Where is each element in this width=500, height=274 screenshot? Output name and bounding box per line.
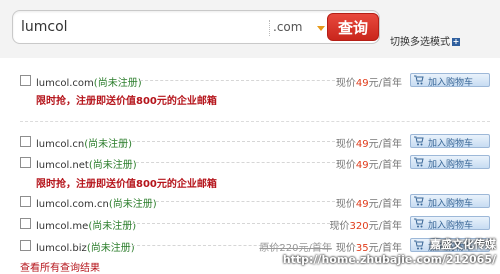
domain-row: lumcol.com(尚未注册) 现价49元/首年 加入购物车 (20, 73, 490, 89)
domain-checkbox[interactable] (20, 240, 31, 251)
price-value: 49 (355, 160, 369, 171)
watermark-line1: 嘉盛文化传媒 (430, 238, 496, 251)
add-to-cart-button[interactable]: 加入购物车 (410, 134, 490, 149)
domain-status: (尚未注册) (86, 243, 135, 254)
domain-checkbox[interactable] (20, 218, 31, 229)
domain-text: lumcol.com (36, 78, 94, 89)
cart-icon (414, 157, 424, 167)
domain-status: (尚未注册) (108, 199, 157, 210)
price-prefix: 现价 (335, 139, 356, 150)
add-to-cart-button[interactable]: 加入购物车 (410, 194, 490, 209)
dotted-leader (136, 162, 340, 163)
domain-name: lumcol.me(尚未注册) (36, 217, 136, 232)
tld-separator (269, 20, 271, 36)
search-button[interactable]: 查询 (327, 13, 379, 41)
domain-status: (尚未注册) (88, 221, 137, 232)
domain-search-input[interactable] (21, 16, 261, 38)
price-suffix: 元/首年 (368, 199, 402, 210)
dotted-leader (156, 201, 340, 202)
domain-checkbox[interactable] (20, 196, 31, 207)
domain-name: lumcol.biz(尚未注册) (36, 239, 135, 254)
domain-text: lumcol.biz (36, 243, 87, 254)
search-bar: .com 查询 切换多选模式+ (0, 0, 500, 58)
domain-row: lumcol.cn(尚未注册) 现价49元/首年 加入购物车 (20, 134, 490, 150)
domain-text: lumcol.com.cn (36, 199, 109, 210)
promo-text: 限时抢，注册即送价值800元的企业邮箱 (36, 179, 217, 190)
domain-status: (尚未注册) (88, 160, 137, 171)
domain-name: lumcol.cn(尚未注册) (36, 135, 132, 150)
dotted-leader (132, 223, 340, 224)
domain-row: lumcol.me(尚未注册) 现价320元/首年 加入购物车 (20, 216, 490, 232)
price-suffix: 元/首年 (368, 139, 402, 150)
price: 现价49元/首年 (336, 195, 402, 210)
multi-select-toggle[interactable]: 切换多选模式 + (390, 33, 460, 48)
cart-icon (414, 75, 424, 85)
price-prefix: 现价 (335, 199, 356, 210)
cart-label: 加入购物车 (428, 199, 474, 209)
domain-text: lumcol.cn (36, 139, 85, 150)
add-to-cart-button[interactable]: 加入购物车 (410, 155, 490, 170)
domain-name: lumcol.com(尚未注册) (36, 74, 142, 89)
price-value: 49 (355, 139, 369, 150)
add-to-cart-button[interactable]: 加入购物车 (410, 216, 490, 231)
price-value: 49 (355, 78, 369, 89)
dotted-leader (140, 80, 340, 81)
cart-icon (414, 196, 424, 206)
domain-checkbox[interactable] (20, 136, 31, 147)
cart-label: 加入购物车 (428, 78, 474, 88)
price: 现价49元/首年 (336, 135, 402, 150)
price: 现价49元/首年 (336, 156, 402, 171)
price-value: 320 (349, 221, 369, 232)
domain-checkbox[interactable] (20, 157, 31, 168)
search-box: .com 查询 (12, 10, 380, 44)
cart-icon (414, 136, 424, 146)
domain-checkbox[interactable] (20, 75, 31, 86)
dotted-leader (132, 141, 340, 142)
price: 现价320元/首年 (330, 217, 402, 232)
cart-label: 加入购物车 (428, 221, 474, 231)
price-prefix: 现价 (329, 221, 350, 232)
price-suffix: 元/首年 (368, 160, 402, 171)
price-value: 49 (355, 199, 369, 210)
domain-name: lumcol.net(尚未注册) (36, 156, 137, 171)
price-suffix: 元/首年 (368, 78, 402, 89)
promo-text: 限时抢，注册即送价值800元的企业邮箱 (36, 96, 217, 107)
watermark-line2: http://home.zhubajie.com/212065/ (282, 253, 496, 266)
price-prefix: 现价 (335, 160, 356, 171)
domain-row: lumcol.net(尚未注册) 现价49元/首年 加入购物车 (20, 155, 490, 171)
plus-icon: + (452, 37, 460, 46)
add-to-cart-button[interactable]: 加入购物车 (410, 73, 490, 88)
domain-status: (尚未注册) (84, 139, 133, 150)
section-divider (20, 121, 490, 122)
watermark: 嘉盛文化传媒 http://home.zhubajie.com/212065/ (283, 237, 496, 267)
chevron-down-icon (317, 26, 325, 31)
cart-label: 加入购物车 (428, 160, 474, 170)
tld-dropdown[interactable]: .com (269, 17, 325, 39)
view-all-results-link[interactable]: 查看所有查询结果 (20, 259, 100, 274)
cart-label: 加入购物车 (428, 139, 474, 149)
domain-text: lumcol.net (36, 160, 89, 171)
domain-row: lumcol.com.cn(尚未注册) 现价49元/首年 加入购物车 (20, 194, 490, 210)
domain-text: lumcol.me (36, 221, 89, 232)
multi-select-label: 切换多选模式 (390, 37, 450, 48)
price: 现价49元/首年 (336, 74, 402, 89)
price-prefix: 现价 (335, 78, 356, 89)
domain-name: lumcol.com.cn(尚未注册) (36, 195, 157, 210)
price-suffix: 元/首年 (368, 221, 402, 232)
domain-status: (尚未注册) (93, 78, 142, 89)
cart-icon (414, 218, 424, 228)
tld-value: .com (273, 20, 303, 34)
